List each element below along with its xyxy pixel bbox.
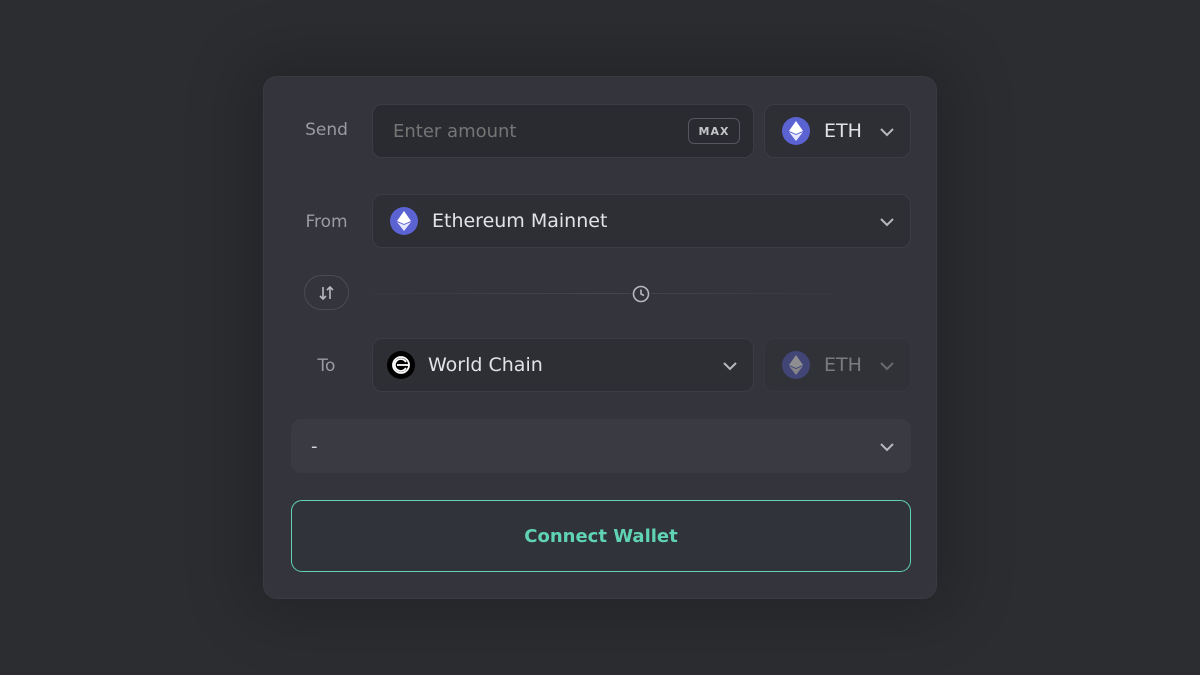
ethereum-icon xyxy=(390,207,418,235)
max-button-label: MAX xyxy=(698,124,730,138)
swap-direction-button[interactable] xyxy=(304,275,349,310)
ethereum-icon xyxy=(782,351,810,379)
amount-field[interactable]: MAX xyxy=(372,104,754,158)
connect-wallet-button[interactable]: Connect Wallet xyxy=(291,500,911,572)
bridge-card: Send MAX ETH From Ethereum Mainnet xyxy=(263,76,937,599)
from-label: From xyxy=(305,212,348,232)
chevron-down-icon xyxy=(723,362,737,371)
clock-icon xyxy=(631,284,651,304)
to-network-select[interactable]: World Chain xyxy=(372,338,754,392)
max-button[interactable]: MAX xyxy=(688,118,740,144)
send-label: Send xyxy=(305,120,348,140)
send-token-select[interactable]: ETH xyxy=(764,104,911,158)
to-label: To xyxy=(317,356,336,376)
route-select[interactable]: - xyxy=(291,419,911,473)
route-divider xyxy=(372,293,832,294)
to-network-label: World Chain xyxy=(428,354,543,376)
from-network-select[interactable]: Ethereum Mainnet xyxy=(372,194,911,248)
chevron-down-icon xyxy=(880,218,894,227)
world-chain-icon xyxy=(387,351,415,379)
from-network-label: Ethereum Mainnet xyxy=(432,210,608,232)
ethereum-icon xyxy=(782,117,810,145)
to-token-select: ETH xyxy=(764,338,911,392)
route-value: - xyxy=(311,435,318,457)
to-token-label: ETH xyxy=(824,354,862,376)
send-token-label: ETH xyxy=(824,120,862,142)
chevron-down-icon xyxy=(880,128,894,137)
amount-input[interactable] xyxy=(391,119,675,143)
connect-wallet-label: Connect Wallet xyxy=(524,525,678,547)
swap-arrows-icon xyxy=(318,285,334,300)
chevron-down-icon xyxy=(880,362,894,371)
chevron-down-icon xyxy=(880,443,894,452)
